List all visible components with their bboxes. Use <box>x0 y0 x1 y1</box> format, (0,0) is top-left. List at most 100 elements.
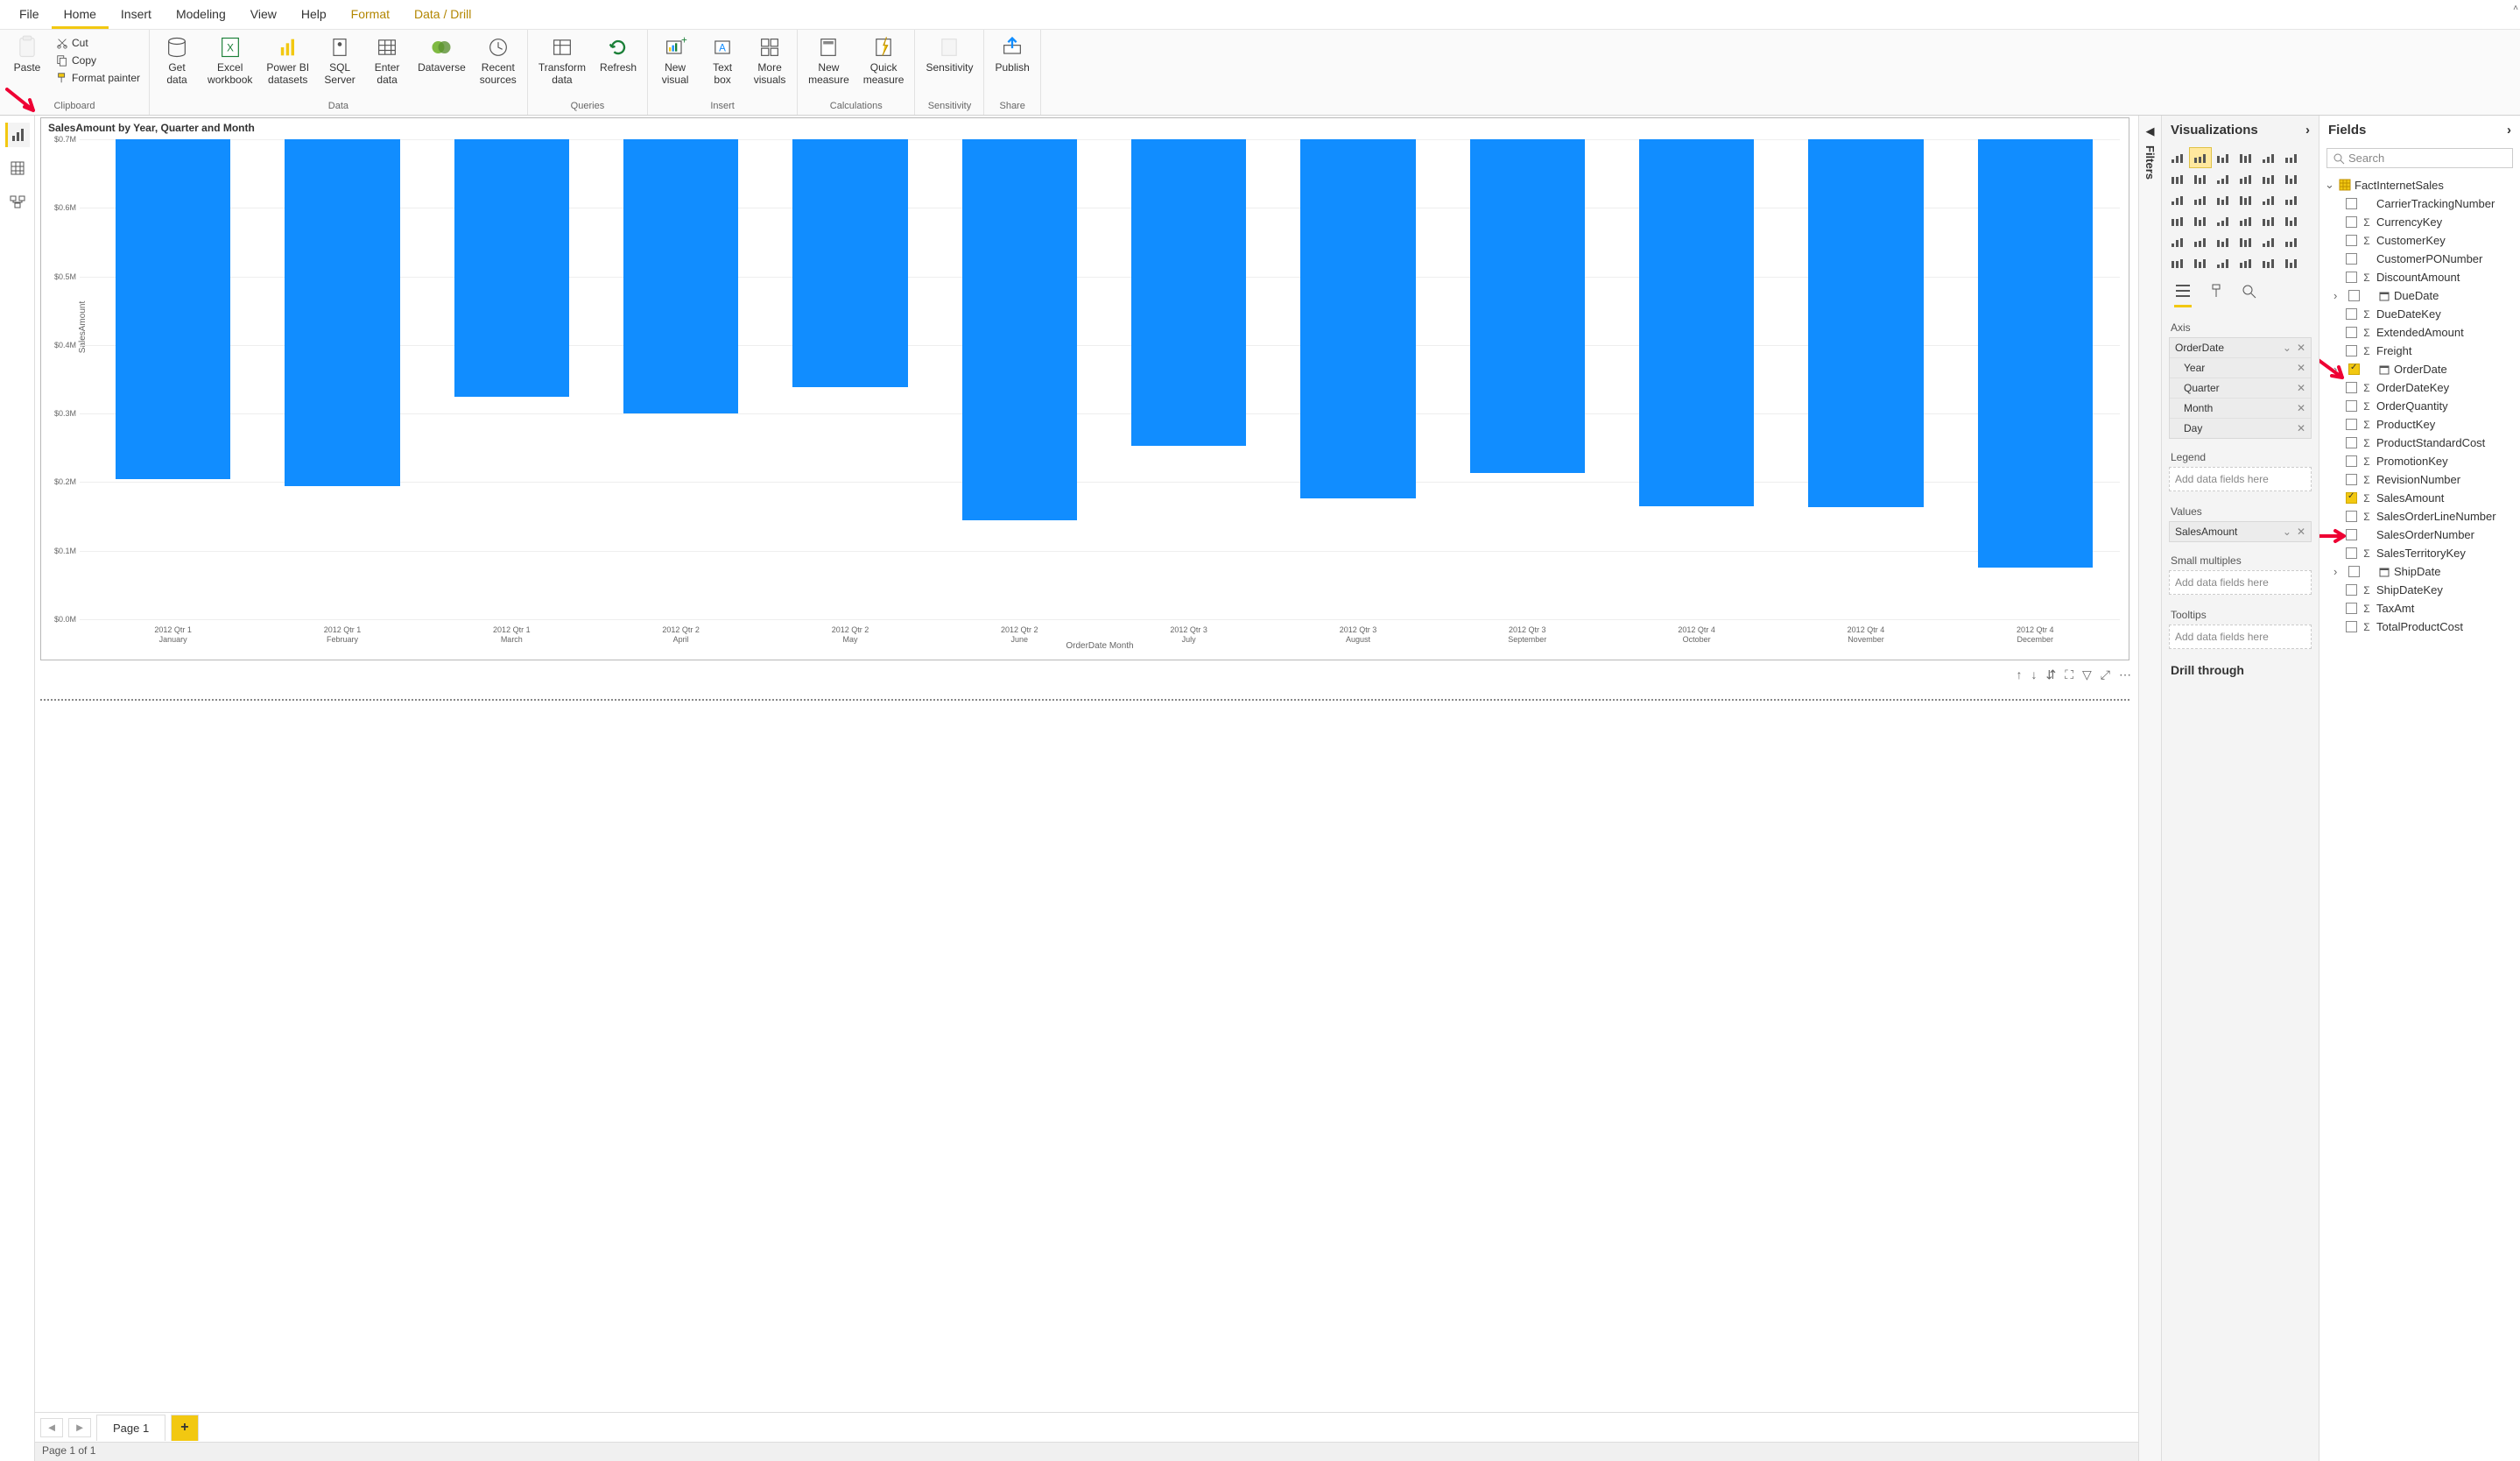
field-checkbox[interactable] <box>2346 327 2357 338</box>
more-visuals-button[interactable]: More visuals <box>748 32 792 87</box>
bar[interactable] <box>623 139 738 413</box>
fields-table-header[interactable]: ⌄FactInternetSales <box>2323 175 2520 194</box>
field-checkbox[interactable] <box>2346 272 2357 283</box>
menu-home[interactable]: Home <box>52 2 109 29</box>
viz-type-icon[interactable] <box>2235 211 2256 230</box>
field-checkbox[interactable] <box>2346 345 2357 356</box>
viz-type-icon[interactable] <box>2235 148 2256 167</box>
format-tab[interactable] <box>2207 283 2225 307</box>
expand-filters-icon[interactable]: ◀ <box>2146 124 2155 138</box>
viz-type-icon[interactable] <box>2281 190 2302 209</box>
collapse-fields-icon[interactable]: › <box>2507 123 2511 138</box>
tooltips-well[interactable]: Add data fields here <box>2169 625 2312 649</box>
field-revisionnumber[interactable]: ΣRevisionNumber <box>2323 470 2520 489</box>
analytics-tab[interactable] <box>2241 283 2258 307</box>
viz-type-icon[interactable] <box>2235 190 2256 209</box>
field-checkbox[interactable] <box>2346 400 2357 412</box>
field-checkbox[interactable] <box>2346 529 2357 540</box>
dataverse-button[interactable]: Dataverse <box>412 32 471 74</box>
cut-button[interactable]: Cut <box>53 35 144 51</box>
field-duedatekey[interactable]: ΣDueDateKey <box>2323 305 2520 323</box>
field-checkbox[interactable] <box>2346 216 2357 228</box>
field-checkbox[interactable] <box>2348 290 2360 301</box>
field-carriertrackingnumber[interactable]: CarrierTrackingNumber <box>2323 194 2520 213</box>
get-data-button[interactable]: Get data <box>155 32 199 87</box>
menu-help[interactable]: Help <box>289 2 339 29</box>
report-canvas[interactable]: SalesAmount by Year, Quarter and Month S… <box>35 116 2138 1412</box>
viz-type-icon[interactable] <box>2235 169 2256 188</box>
bar[interactable] <box>962 139 1077 520</box>
viz-type-icon[interactable] <box>2258 190 2279 209</box>
enter-data-button[interactable]: Enter data <box>365 32 409 87</box>
field-checkbox[interactable] <box>2346 455 2357 467</box>
field-extendedamount[interactable]: ΣExtendedAmount <box>2323 323 2520 342</box>
field-checkbox[interactable] <box>2346 308 2357 320</box>
axis-field-row[interactable]: Quarter✕ <box>2170 378 2311 399</box>
viz-type-icon[interactable] <box>2167 190 2188 209</box>
viz-type-icon[interactable] <box>2281 211 2302 230</box>
values-well[interactable]: SalesAmount⌄✕ <box>2169 521 2312 542</box>
viz-type-icon[interactable] <box>2190 211 2211 230</box>
viz-type-icon[interactable] <box>2213 190 2234 209</box>
data-view-button[interactable] <box>5 156 30 180</box>
field-checkbox[interactable] <box>2346 235 2357 246</box>
pbi-datasets-button[interactable]: Power BI datasets <box>261 32 314 87</box>
field-promotionkey[interactable]: ΣPromotionKey <box>2323 452 2520 470</box>
visual-action-icon[interactable]: ↓ <box>2031 667 2037 682</box>
viz-type-icon[interactable] <box>2281 232 2302 251</box>
new-measure-button[interactable]: New measure <box>803 32 855 87</box>
bar[interactable] <box>1470 139 1585 473</box>
recent-sources-button[interactable]: Recent sources <box>475 32 522 87</box>
axis-well[interactable]: OrderDate⌄✕Year✕Quarter✕Month✕Day✕ <box>2169 337 2312 439</box>
field-checkbox[interactable] <box>2346 603 2357 614</box>
page-tab[interactable]: Page 1 <box>96 1415 165 1441</box>
ribbon-collapse-icon[interactable]: ˄ <box>2513 4 2518 13</box>
remove-icon[interactable]: ✕ <box>2297 526 2305 538</box>
field-currencykey[interactable]: ΣCurrencyKey <box>2323 213 2520 231</box>
report-view-button[interactable] <box>5 123 30 147</box>
viz-type-icon[interactable] <box>2190 190 2211 209</box>
menu-format[interactable]: Format <box>339 2 402 29</box>
field-productstandardcost[interactable]: ΣProductStandardCost <box>2323 434 2520 452</box>
field-freight[interactable]: ΣFreight <box>2323 342 2520 360</box>
text-box-button[interactable]: AText box <box>700 32 744 87</box>
field-checkbox[interactable] <box>2346 437 2357 448</box>
sql-server-button[interactable]: SQL Server <box>318 32 362 87</box>
field-checkbox[interactable] <box>2346 419 2357 430</box>
axis-field-row[interactable]: Day✕ <box>2170 419 2311 438</box>
field-checkbox[interactable] <box>2346 382 2357 393</box>
legend-well[interactable]: Add data fields here <box>2169 467 2312 491</box>
viz-type-icon[interactable] <box>2213 148 2234 167</box>
field-checkbox[interactable] <box>2346 511 2357 522</box>
bar[interactable] <box>285 139 399 486</box>
axis-field-row[interactable]: Year✕ <box>2170 358 2311 378</box>
model-view-button[interactable] <box>5 189 30 214</box>
visual-action-icon[interactable]: ⋯ <box>2119 667 2131 682</box>
viz-type-icon[interactable] <box>2235 232 2256 251</box>
filters-pane-collapsed[interactable]: ◀ Filters <box>2138 116 2161 1461</box>
field-salesterritorykey[interactable]: ΣSalesTerritoryKey <box>2323 544 2520 562</box>
bar[interactable] <box>1639 139 1754 506</box>
viz-type-icon[interactable] <box>2258 253 2279 272</box>
publish-button[interactable]: Publish <box>989 32 1034 74</box>
viz-type-icon[interactable] <box>2258 232 2279 251</box>
field-checkbox[interactable] <box>2348 566 2360 577</box>
viz-type-icon[interactable] <box>2281 169 2302 188</box>
values-field-row[interactable]: SalesAmount⌄✕ <box>2170 522 2311 541</box>
quick-measure-button[interactable]: Quick measure <box>858 32 910 87</box>
bar[interactable] <box>792 139 907 387</box>
viz-type-icon[interactable] <box>2281 148 2302 167</box>
viz-type-icon[interactable] <box>2213 169 2234 188</box>
viz-type-icon[interactable] <box>2167 148 2188 167</box>
fields-tab[interactable] <box>2174 283 2192 307</box>
viz-type-icon[interactable] <box>2167 253 2188 272</box>
bar[interactable] <box>1808 139 1923 507</box>
field-salesamount[interactable]: ΣSalesAmount <box>2323 489 2520 507</box>
field-checkbox[interactable] <box>2346 198 2357 209</box>
field-discountamount[interactable]: ΣDiscountAmount <box>2323 268 2520 286</box>
field-checkbox[interactable] <box>2346 492 2357 504</box>
bar[interactable] <box>454 139 569 397</box>
field-salesorderlinenumber[interactable]: ΣSalesOrderLineNumber <box>2323 507 2520 526</box>
field-totalproductcost[interactable]: ΣTotalProductCost <box>2323 618 2520 636</box>
add-page-button[interactable]: + <box>171 1415 198 1441</box>
